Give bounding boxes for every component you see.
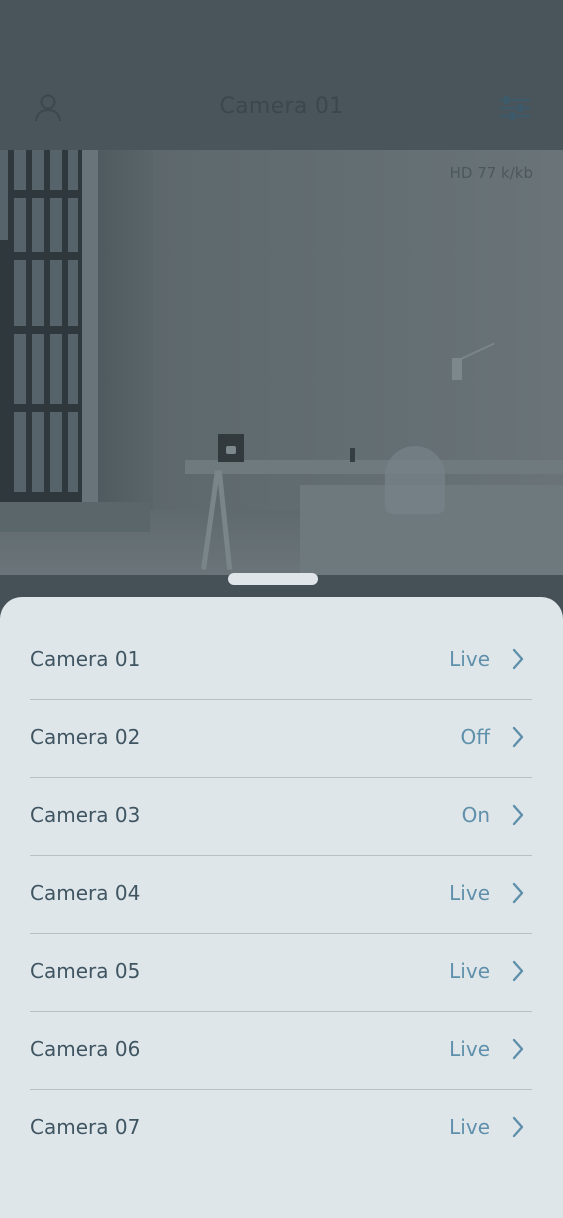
camera-status: Live — [449, 881, 490, 905]
chevron-right-icon — [512, 726, 524, 748]
feed-desk — [185, 460, 563, 474]
sliders-icon[interactable] — [498, 94, 532, 122]
camera-name: Camera 01 — [30, 647, 141, 671]
chevron-right-icon — [512, 648, 524, 670]
feed-sill — [0, 502, 150, 532]
camera-name: Camera 03 — [30, 803, 141, 827]
camera-row[interactable]: Camera 02 Off — [30, 700, 532, 778]
camera-status: Off — [460, 725, 490, 749]
camera-status: On — [461, 803, 490, 827]
feed-window-frame — [82, 150, 98, 530]
chevron-right-icon — [512, 1038, 524, 1060]
camera-feed[interactable]: HD 77 k/kb — [0, 150, 563, 575]
camera-name: Camera 07 — [30, 1115, 141, 1139]
camera-row[interactable]: Camera 01 Live — [30, 622, 532, 700]
camera-name: Camera 04 — [30, 881, 141, 905]
camera-status: Live — [449, 959, 490, 983]
chevron-right-icon — [512, 804, 524, 826]
camera-name: Camera 06 — [30, 1037, 141, 1061]
camera-status: Live — [449, 647, 490, 671]
sheet-drag-handle[interactable] — [228, 573, 318, 585]
camera-list: Camera 01 Live Camera 02 Off Camera 03 O… — [30, 622, 532, 1167]
page-title: Camera 01 — [219, 94, 344, 119]
chevron-right-icon — [512, 1116, 524, 1138]
camera-name: Camera 02 — [30, 725, 141, 749]
camera-list-sheet: Camera 01 Live Camera 02 Off Camera 03 O… — [0, 597, 563, 1218]
camera-row[interactable]: Camera 03 On — [30, 778, 532, 856]
feed-object — [350, 448, 355, 462]
feed-lamp-head — [452, 358, 462, 380]
stream-quality-label: HD 77 k/kb — [449, 164, 533, 182]
feed-chair — [385, 446, 445, 514]
feed-window — [0, 150, 82, 520]
camera-row[interactable]: Camera 05 Live — [30, 934, 532, 1012]
camera-row[interactable]: Camera 04 Live — [30, 856, 532, 934]
camera-row[interactable]: Camera 06 Live — [30, 1012, 532, 1090]
camera-status: Live — [449, 1115, 490, 1139]
camera-row[interactable]: Camera 07 Live — [30, 1090, 532, 1167]
camera-status: Live — [449, 1037, 490, 1061]
chevron-right-icon — [512, 882, 524, 904]
camera-name: Camera 05 — [30, 959, 141, 983]
chevron-right-icon — [512, 960, 524, 982]
feed-box-detail — [226, 446, 236, 454]
top-bar: Camera 01 — [0, 0, 563, 150]
